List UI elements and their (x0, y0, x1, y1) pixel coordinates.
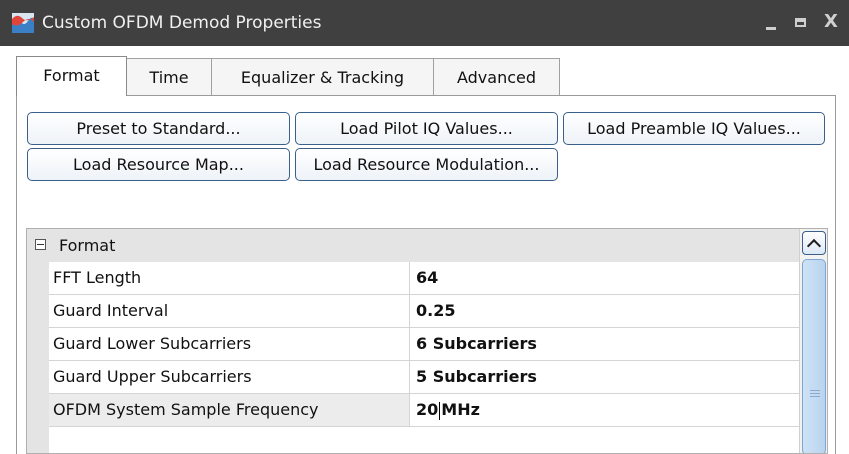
grip-line (810, 396, 820, 397)
preset-to-standard-button[interactable]: Preset to Standard... (27, 112, 290, 145)
property-row-guard-interval[interactable]: Guard Interval 0.25 (49, 295, 799, 328)
property-name: Guard Lower Subcarriers (49, 328, 410, 360)
scroll-thumb[interactable] (802, 259, 826, 453)
grip-line (810, 393, 820, 394)
close-button[interactable]: X (820, 10, 842, 34)
property-row-guard-lower-subcarriers[interactable]: Guard Lower Subcarriers 6 Subcarriers (49, 328, 799, 361)
title-bar[interactable]: Custom OFDM Demod Properties X (0, 0, 849, 46)
property-value[interactable]: 0.25 (416, 295, 455, 327)
frequency-number: 20 (416, 400, 439, 419)
tab-advanced[interactable]: Advanced (433, 58, 560, 96)
property-name: FFT Length (49, 262, 410, 294)
tab-equalizer-tracking[interactable]: Equalizer & Tracking (211, 58, 434, 96)
load-preamble-iq-button[interactable]: Load Preamble IQ Values... (563, 112, 825, 145)
grid-gutter (27, 262, 49, 453)
property-name: Guard Interval (49, 295, 410, 327)
property-grid: Format FFT Length 64 Guard Interval 0.25… (26, 228, 828, 454)
load-pilot-iq-button[interactable]: Load Pilot IQ Values... (295, 112, 558, 145)
maximize-button[interactable] (790, 10, 812, 34)
category-header-format[interactable]: Format (27, 229, 799, 262)
property-value[interactable]: 6 Subcarriers (416, 328, 537, 360)
frequency-unit: MHz (441, 400, 480, 419)
category-label: Format (59, 236, 116, 255)
property-row-fft-length[interactable]: FFT Length 64 (49, 262, 799, 295)
load-resource-modulation-button[interactable]: Load Resource Modulation... (295, 148, 558, 181)
tab-format[interactable]: Format (16, 56, 127, 96)
property-row-guard-upper-subcarriers[interactable]: Guard Upper Subcarriers 5 Subcarriers (49, 361, 799, 394)
vertical-scrollbar[interactable] (799, 229, 827, 453)
sample-frequency-input[interactable]: 20 MHz (416, 394, 480, 426)
property-row-sample-frequency[interactable]: OFDM System Sample Frequency 20 MHz (49, 394, 799, 427)
property-name: OFDM System Sample Frequency (49, 394, 410, 426)
property-value[interactable]: 64 (416, 262, 438, 294)
property-value[interactable]: 5 Subcarriers (416, 361, 537, 393)
tab-time[interactable]: Time (126, 58, 212, 96)
scroll-up-button[interactable] (802, 231, 826, 255)
minimize-button[interactable] (760, 10, 782, 34)
wave-icon (12, 13, 34, 33)
collapse-icon[interactable] (35, 239, 46, 250)
window-title: Custom OFDM Demod Properties (42, 13, 322, 33)
property-name: Guard Upper Subcarriers (49, 361, 410, 393)
properties-window: Custom OFDM Demod Properties X Format Ti… (0, 0, 849, 454)
load-resource-map-button[interactable]: Load Resource Map... (27, 148, 290, 181)
grip-line (810, 390, 820, 391)
